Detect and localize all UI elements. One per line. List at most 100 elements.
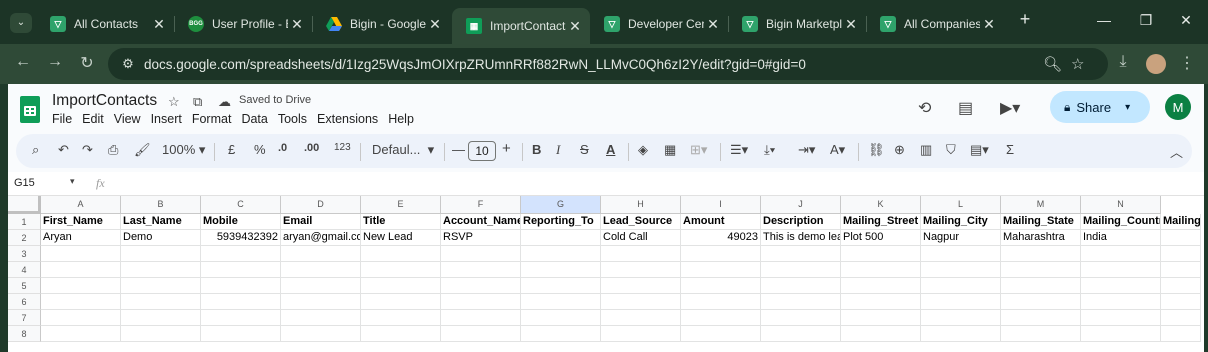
row-header[interactable]: 5 [8, 278, 41, 294]
close-icon[interactable]: ✕ [566, 18, 584, 35]
grid-cell[interactable]: Mailing_Country [1081, 214, 1161, 230]
column-header-m[interactable]: M [1001, 196, 1081, 214]
grid-cell[interactable] [1161, 294, 1201, 310]
grid-cell[interactable] [441, 262, 521, 278]
filter-icon[interactable]: ⛉ [946, 142, 956, 158]
column-header-e[interactable]: E [361, 196, 441, 214]
site-settings-icon[interactable]: ⚙ [118, 56, 138, 72]
grid-cell[interactable] [761, 294, 841, 310]
column-header-j[interactable]: J [761, 196, 841, 214]
grid-cell[interactable] [41, 294, 121, 310]
column-header-d[interactable]: D [281, 196, 361, 214]
grid-cell[interactable]: Nagpur [921, 230, 1001, 246]
increase-font-size-button[interactable]: + [502, 140, 511, 157]
grid-cell[interactable] [201, 278, 281, 294]
grid-cell[interactable]: 49023 [681, 230, 761, 246]
move-folder-icon[interactable]: ⧉ [193, 94, 202, 110]
grid-cell[interactable] [921, 246, 1001, 262]
menu-data[interactable]: Data [241, 112, 267, 126]
bookmark-star-icon[interactable]: ☆ [1071, 55, 1084, 73]
grid-cell[interactable] [521, 278, 601, 294]
grid-cell[interactable] [361, 310, 441, 326]
grid-cell[interactable] [761, 278, 841, 294]
back-button[interactable]: ← [12, 53, 34, 71]
tab-search-button[interactable]: ⌄ [10, 13, 32, 33]
star-icon[interactable]: ☆ [168, 94, 180, 110]
column-header-f[interactable]: F [441, 196, 521, 214]
close-icon[interactable]: ✕ [426, 16, 444, 33]
grid-cell[interactable]: Last_Name [121, 214, 201, 230]
menu-file[interactable]: File [52, 112, 72, 126]
row-header[interactable]: 7 [8, 310, 41, 326]
text-rotation-icon[interactable]: A▾ [830, 142, 845, 158]
grid-cell[interactable] [761, 262, 841, 278]
grid-cell[interactable] [1081, 294, 1161, 310]
grid-cell[interactable] [201, 262, 281, 278]
grid-cell[interactable] [441, 246, 521, 262]
address-bar[interactable]: ⚙ docs.google.com/spreadsheets/d/1Izg25W… [108, 48, 1108, 80]
column-header-h[interactable]: H [601, 196, 681, 214]
grid-cell[interactable]: Email [281, 214, 361, 230]
text-color-icon[interactable]: A [606, 142, 615, 157]
grid-cell[interactable] [361, 326, 441, 342]
row-header[interactable]: 4 [8, 262, 41, 278]
undo-icon[interactable]: ↶ [58, 142, 69, 158]
select-all-corner[interactable] [8, 196, 41, 214]
insert-chart-icon[interactable]: ▥ [920, 142, 932, 158]
grid-cell[interactable] [841, 262, 921, 278]
grid-cell[interactable]: Description [761, 214, 841, 230]
grid-cell[interactable] [921, 294, 1001, 310]
zoom-icon[interactable]: 🔍︎ [1043, 55, 1062, 73]
filter-views-icon[interactable]: ▤▾ [970, 142, 989, 158]
column-header-k[interactable]: K [841, 196, 921, 214]
profile-avatar[interactable] [1146, 54, 1166, 74]
grid-cell[interactable] [1081, 262, 1161, 278]
grid-cell[interactable] [1001, 246, 1081, 262]
redo-icon[interactable]: ↷ [82, 142, 93, 158]
new-tab-button[interactable]: + [1010, 9, 1040, 30]
grid-cell[interactable]: Title [361, 214, 441, 230]
close-icon[interactable]: ✕ [704, 16, 722, 33]
grid-cell[interactable] [41, 310, 121, 326]
grid-cell[interactable] [281, 278, 361, 294]
grid-cell[interactable] [201, 294, 281, 310]
grid-cell[interactable] [441, 278, 521, 294]
grid-cell[interactable]: Cold Call [601, 230, 681, 246]
url-text[interactable]: docs.google.com/spreadsheets/d/1Izg25Wqs… [144, 57, 806, 72]
tab-google-drive[interactable]: Bigin - Google Drive ✕ [312, 8, 450, 40]
grid-cell[interactable]: Account_Name [441, 214, 521, 230]
grid-cell[interactable] [601, 326, 681, 342]
meet-icon[interactable]: ▶▾ [1000, 98, 1020, 118]
name-box-dropdown-icon[interactable]: ▾ [70, 176, 75, 187]
row-header[interactable]: 8 [8, 326, 41, 342]
grid-cell[interactable] [121, 294, 201, 310]
forward-button[interactable]: → [44, 53, 66, 71]
italic-icon[interactable]: I [556, 142, 560, 158]
close-window-button[interactable]: ✕ [1171, 12, 1201, 29]
strikethrough-icon[interactable]: S [580, 142, 589, 157]
grid-cell[interactable]: Reporting_To [521, 214, 601, 230]
reload-button[interactable]: ↻ [76, 53, 98, 73]
grid-cell[interactable] [361, 246, 441, 262]
insert-comment-icon[interactable]: ⊕ [894, 142, 905, 158]
grid-cell[interactable] [441, 326, 521, 342]
grid-cell[interactable]: Lead_Source [601, 214, 681, 230]
grid-cell[interactable] [521, 230, 601, 246]
decrease-font-size-button[interactable]: — [452, 142, 465, 157]
grid-cell[interactable]: Maharashtra [1001, 230, 1081, 246]
grid-cell[interactable]: Mailing_State [1001, 214, 1081, 230]
grid-cell[interactable]: Mobile [201, 214, 281, 230]
grid-cell[interactable] [41, 278, 121, 294]
grid-cell[interactable]: This is demo lead [761, 230, 841, 246]
grid-cell[interactable]: Mailing [1161, 214, 1201, 230]
grid-cell[interactable] [121, 310, 201, 326]
grid-cell[interactable] [681, 294, 761, 310]
grid-cell[interactable] [121, 262, 201, 278]
grid-cell[interactable] [1161, 326, 1201, 342]
grid-cell[interactable] [361, 294, 441, 310]
grid-cell[interactable] [1161, 230, 1201, 246]
column-header-l[interactable]: L [921, 196, 1001, 214]
document-title[interactable]: ImportContacts [52, 92, 157, 110]
formula-input[interactable] [116, 174, 1196, 194]
column-header-a[interactable]: A [41, 196, 121, 214]
